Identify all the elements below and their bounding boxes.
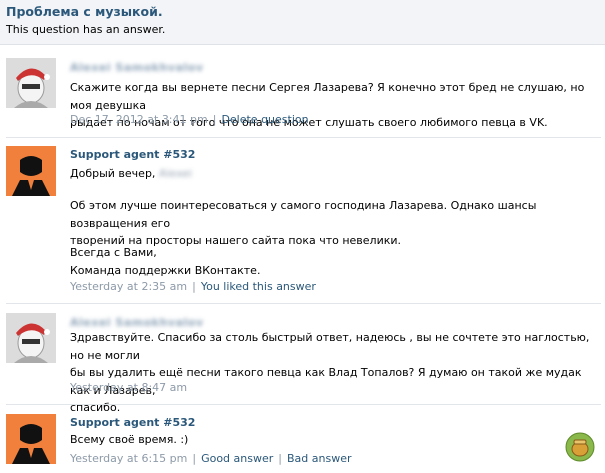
greeting-line: Добрый вечер, Alexei: [70, 165, 600, 183]
followup-line: спасибо.: [70, 401, 121, 414]
question-line: Скажите когда вы вернете песни Сергея Ла…: [70, 81, 585, 112]
post-date[interactable]: Dec 17, 2012 at 3:41 pm: [70, 113, 208, 126]
support-name[interactable]: Support agent #532: [70, 416, 195, 429]
reply-text: Всему своё время. :): [70, 431, 600, 449]
support-avatar: [6, 414, 56, 464]
divider: [6, 303, 601, 304]
greeting: Добрый вечер,: [70, 167, 156, 180]
post-meta: Yesterday at 2:35 am | You liked this answ…: [70, 280, 316, 293]
post-meta: Dec 17, 2012 at 3:41 pm | Delete question: [70, 113, 309, 126]
honey-pot-icon: [565, 432, 595, 462]
user-avatar[interactable]: [6, 313, 56, 363]
user-avatar[interactable]: [6, 58, 56, 108]
answer-line: Об этом лучше поинтересоваться у самого …: [70, 199, 537, 230]
post-meta: Yesterday at 8:47 am: [70, 381, 187, 394]
post-date[interactable]: Yesterday at 8:47 am: [70, 381, 187, 394]
post-date[interactable]: Yesterday at 6:15 pm: [70, 452, 187, 465]
good-answer-link[interactable]: Good answer: [201, 452, 273, 465]
signature-line: Команда поддержки ВКонтакте.: [70, 263, 261, 277]
user-name[interactable]: Alexei Samokhvalov: [70, 61, 204, 74]
reply-line: Всему своё время. :): [70, 433, 189, 446]
question-title: Проблема с музыкой.: [6, 4, 163, 19]
answer-text: Добрый вечер, Alexei: [70, 165, 600, 183]
greeting-name: Alexei: [158, 167, 193, 180]
user-name[interactable]: Alexei Samokhvalov: [70, 316, 204, 329]
followup-line: Здравствуйте. Спасибо за столь быстрый о…: [70, 331, 590, 362]
support-avatar: [6, 146, 56, 196]
support-name[interactable]: Support agent #532: [70, 148, 195, 161]
post-meta: Yesterday at 6:15 pm | Good answer | Bad ans…: [70, 452, 352, 465]
answer-status: This question has an answer.: [6, 23, 166, 36]
divider: [6, 137, 601, 138]
post-date[interactable]: Yesterday at 2:35 am: [70, 280, 187, 293]
question-header: Проблема с музыкой. This question has an…: [0, 0, 605, 45]
divider: [6, 404, 601, 405]
answer-signature: Всегда с Вами, Команда поддержки ВКонтак…: [70, 244, 600, 279]
bad-answer-link[interactable]: Bad answer: [287, 452, 352, 465]
signature-line: Всегда с Вами,: [70, 246, 157, 259]
answer-paragraph: Об этом лучше поинтересоваться у самого …: [70, 197, 600, 250]
liked-status: You liked this answer: [200, 280, 316, 293]
delete-question-link[interactable]: Delete question: [221, 113, 308, 126]
